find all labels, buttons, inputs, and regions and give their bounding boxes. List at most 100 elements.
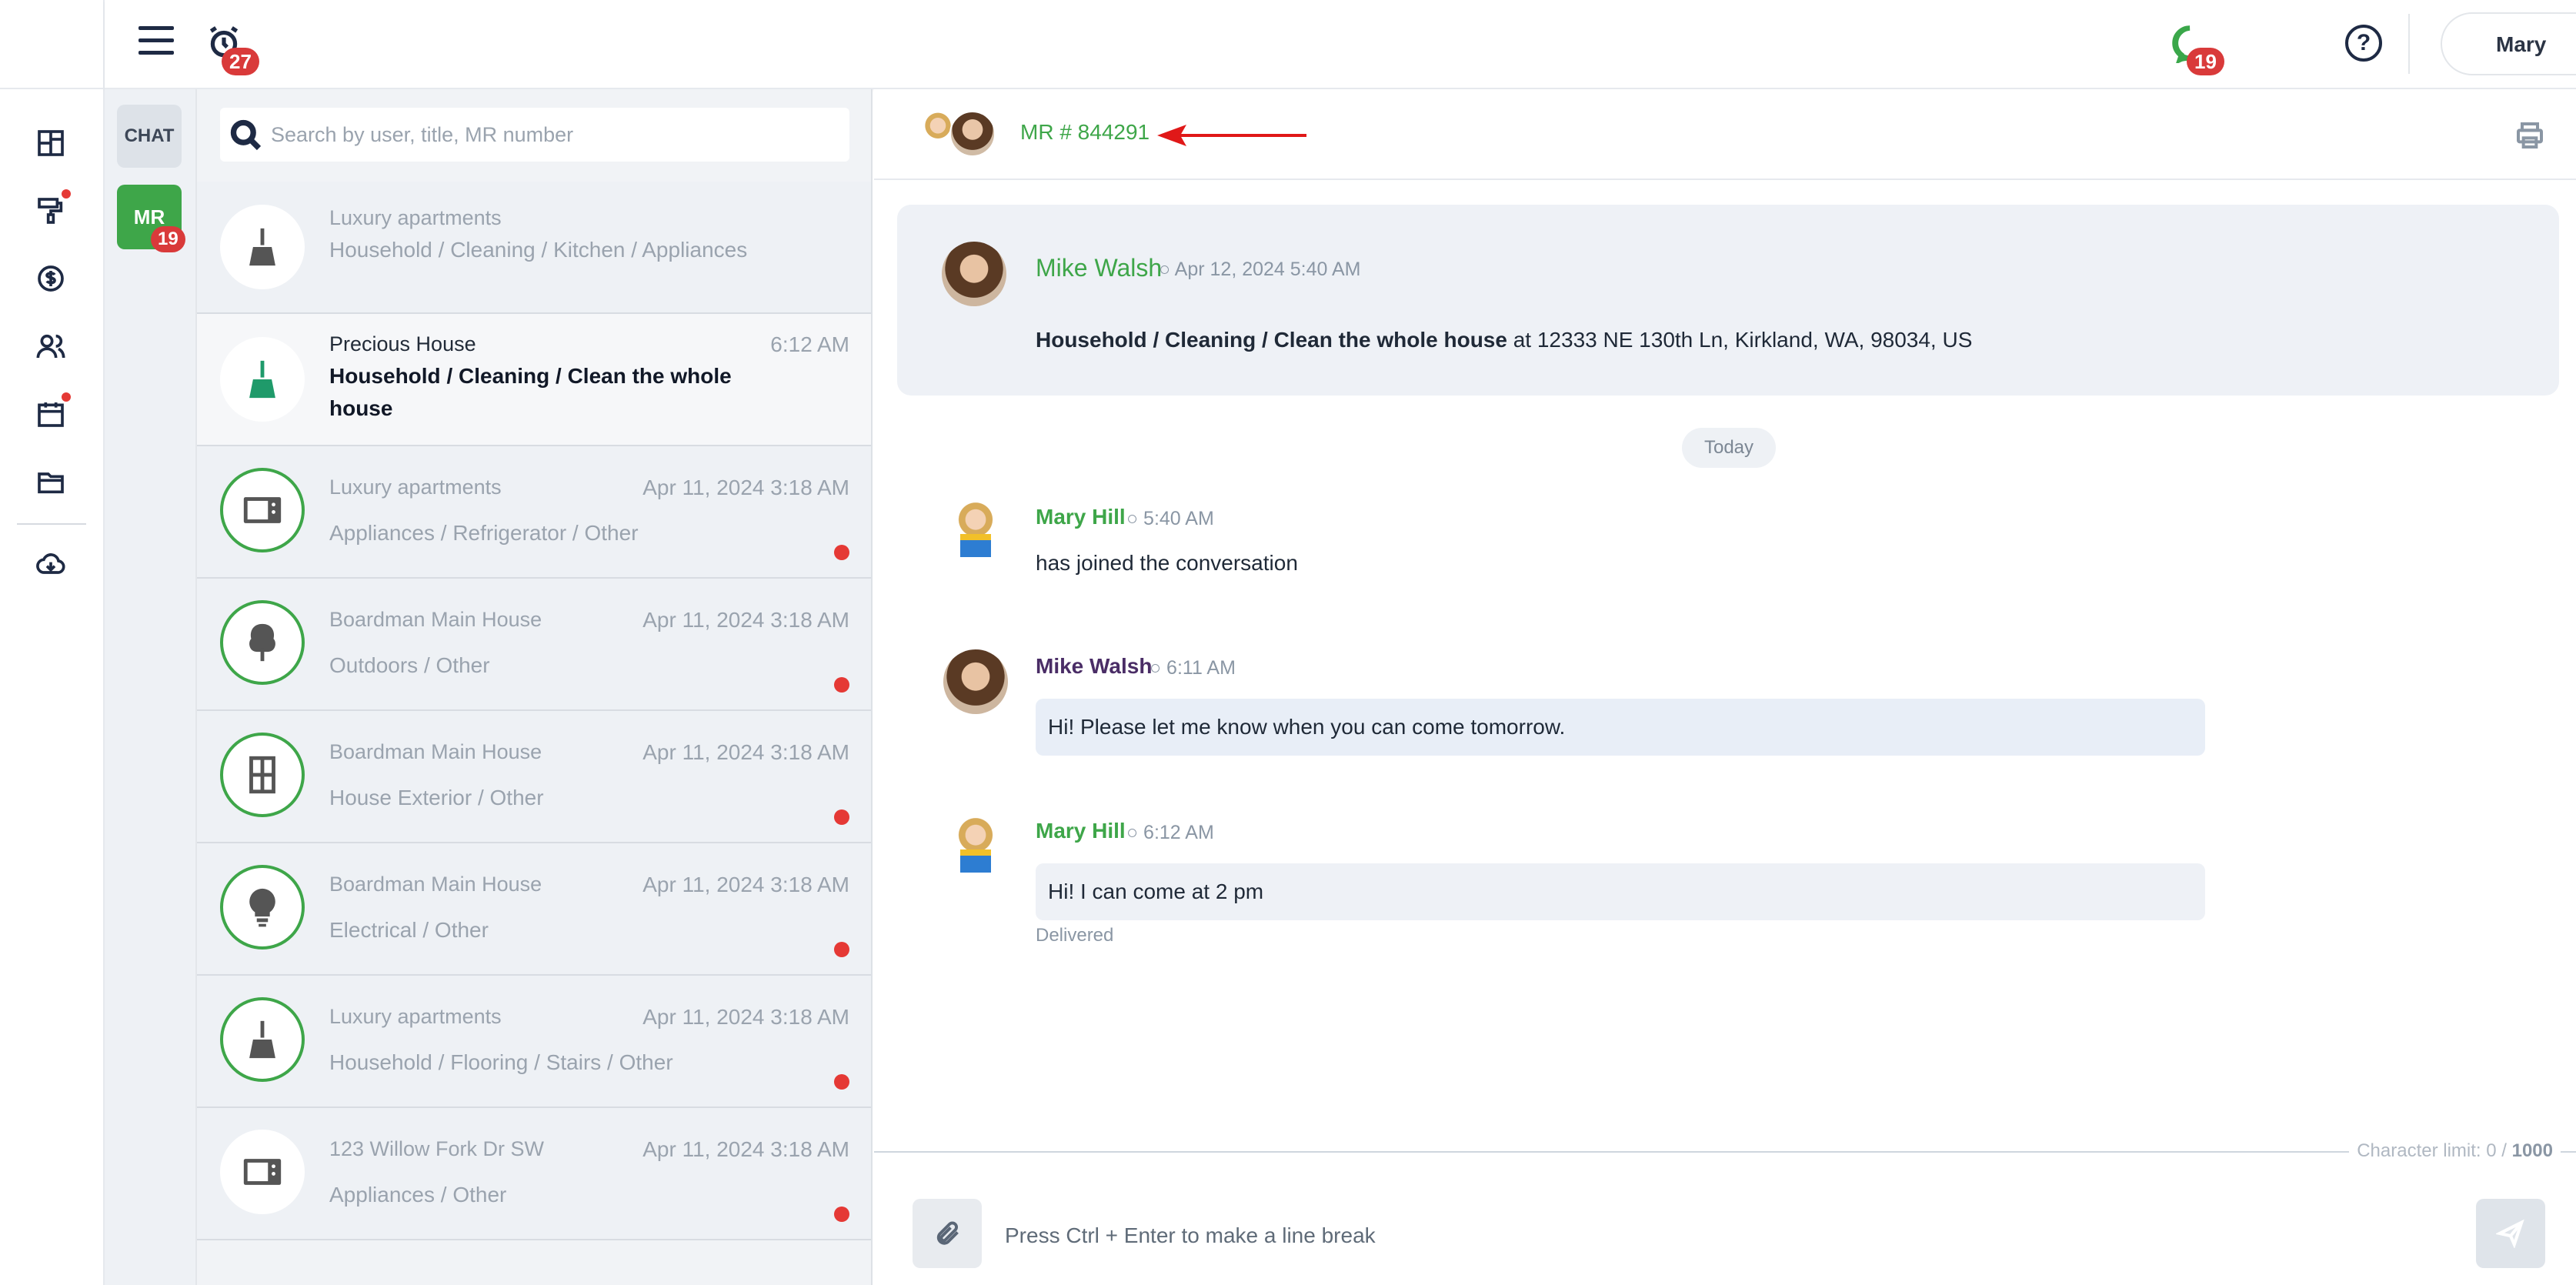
conversation-title: Luxury apartments [329, 476, 502, 499]
unread-dot [834, 1207, 849, 1222]
dashboard-icon[interactable] [34, 126, 68, 160]
request-time: ○ Apr 12, 2024 5:40 AM [1159, 259, 1361, 280]
microwave-icon [220, 468, 305, 552]
messages-badge: 19 [2187, 48, 2224, 75]
chat-category-tab[interactable]: CHAT [117, 105, 182, 168]
conversation-item[interactable]: Luxury apartments Apr 11, 2024 3:18 AM A… [197, 446, 871, 579]
mr-number-link[interactable]: MR # 844291 [1020, 120, 1150, 145]
conversation-time: Apr 11, 2024 3:18 AM [642, 873, 849, 896]
send-button[interactable] [2476, 1199, 2545, 1268]
conversation-item[interactable]: Boardman Main House Apr 11, 2024 3:18 AM… [197, 711, 871, 843]
character-limit: Character limit: 0 / 1000 [2349, 1140, 2561, 1162]
conversation-title: Luxury apartments [329, 206, 502, 229]
conversation-subtitle: Household / Cleaning / Clean the whole h… [329, 364, 732, 420]
menu-icon[interactable] [138, 26, 174, 57]
send-icon [2496, 1219, 2524, 1248]
dollar-icon[interactable] [34, 262, 68, 295]
icon-rail [0, 0, 105, 1285]
message-time: ○ 6:11 AM [1150, 657, 1236, 679]
conversation-time: Apr 11, 2024 3:18 AM [642, 476, 849, 499]
message-bubble: Hi! I can come at 2 pm [1036, 863, 2205, 920]
conversation-time: Apr 11, 2024 3:18 AM [642, 1137, 849, 1161]
request-description: Household / Cleaning / Clean the whole h… [1036, 328, 1972, 352]
conversation-item[interactable]: Boardman Main House Apr 11, 2024 3:18 AM… [197, 579, 871, 711]
header-divider [2408, 14, 2410, 74]
delivery-status: Delivered [1036, 925, 1114, 946]
conversation-time: 6:12 AM [770, 332, 849, 356]
conversation-title: Luxury apartments [329, 1005, 502, 1028]
users-icon[interactable] [34, 329, 68, 363]
conversation-item[interactable]: Boardman Main House Apr 11, 2024 3:18 AM… [197, 843, 871, 976]
help-icon[interactable]: ? [2345, 25, 2382, 62]
unread-dot [834, 545, 849, 560]
request-card: Mike Walsh ○ Apr 12, 2024 5:40 AM Househ… [897, 205, 2559, 396]
conversation-item[interactable]: Luxury apartments Household / Cleaning /… [197, 182, 871, 314]
chat-pane: MR # 844291 Mike Walsh ○ Apr 12, 2024 5:… [874, 89, 2576, 1285]
category-column: CHAT MR 19 [105, 89, 197, 1285]
avatar [942, 242, 1006, 306]
conversation-list: Luxury apartments Household / Cleaning /… [197, 89, 873, 1285]
message-author: Mary Hill [1036, 819, 1126, 843]
conversation-subtitle: House Exterior / Other [329, 786, 544, 809]
message-text: has joined the conversation [1036, 551, 1298, 575]
conversation-title: Boardman Main House [329, 740, 542, 763]
conversation-subtitle: Appliances / Refrigerator / Other [329, 521, 639, 545]
window-icon [220, 733, 305, 817]
conversation-subtitle: Appliances / Other [329, 1183, 507, 1207]
conversation-subtitle: Electrical / Other [329, 918, 489, 942]
conversation-item[interactable]: Luxury apartments Apr 11, 2024 3:18 AM H… [197, 976, 871, 1108]
composer-divider [874, 1151, 2576, 1153]
message-time: ○ 6:12 AM [1126, 822, 1214, 843]
broom-icon [220, 205, 305, 289]
conversation-item-active[interactable]: Precious House 6:12 AM Household / Clean… [197, 314, 871, 446]
mr-count-badge: 19 [151, 226, 185, 252]
conversation-subtitle: Outdoors / Other [329, 653, 490, 677]
avatar [943, 500, 1008, 565]
conversation-time: Apr 11, 2024 3:18 AM [642, 1005, 849, 1029]
avatar [943, 649, 1008, 714]
broom-icon [220, 337, 305, 422]
message-input[interactable] [1005, 1213, 2513, 1259]
conversation-item[interactable]: 123 Willow Fork Dr SW Apr 11, 2024 3:18 … [197, 1108, 871, 1240]
request-category: Household / Cleaning / Clean the whole h… [1036, 328, 1507, 352]
search-icon [230, 119, 262, 151]
message-author: Mike Walsh [1036, 654, 1153, 678]
conversation-title: Precious House [329, 332, 476, 355]
unread-dot [834, 1074, 849, 1090]
message-bubble: Hi! Please let me know when you can come… [1036, 699, 2205, 756]
chat-header: MR # 844291 [874, 89, 2576, 180]
paint-roller-icon[interactable] [34, 194, 68, 228]
rail-logo-area [0, 0, 105, 89]
conversation-title: Boardman Main House [329, 873, 542, 896]
day-divider: Today [1682, 428, 1776, 468]
cloud-download-icon[interactable] [34, 548, 68, 582]
notifications-badge: 27 [222, 48, 259, 75]
folder-icon[interactable] [34, 465, 68, 499]
arrow-left-icon [1157, 125, 1306, 146]
lightbulb-icon [220, 865, 305, 950]
character-limit-max: 1000 [2511, 1140, 2553, 1161]
conversation-title: 123 Willow Fork Dr SW [329, 1137, 545, 1160]
conversation-time: Apr 11, 2024 3:18 AM [642, 740, 849, 764]
top-header: 27 19 ? Mary [105, 0, 2576, 89]
conversation-time: Apr 11, 2024 3:18 AM [642, 608, 849, 632]
avatar [949, 111, 996, 157]
conversation-subtitle: Household / Cleaning / Kitchen / Applian… [329, 238, 748, 262]
user-name: Mary [2496, 32, 2547, 56]
rail-calendar-dot [62, 392, 71, 402]
calendar-icon[interactable] [34, 397, 68, 431]
user-profile-button[interactable]: Mary [2441, 12, 2576, 75]
conversation-subtitle: Household / Flooring / Stairs / Other [329, 1050, 673, 1074]
microwave-icon [220, 1130, 305, 1214]
conversation-title: Boardman Main House [329, 608, 542, 631]
paperclip-icon [936, 1221, 959, 1245]
broom-icon [220, 997, 305, 1082]
request-address: at 12333 NE 130th Ln, Kirkland, WA, 9803… [1507, 328, 1973, 352]
rail-alert-dot [62, 189, 71, 199]
print-icon[interactable] [2514, 120, 2545, 151]
attach-button[interactable] [913, 1199, 982, 1268]
search-input[interactable] [271, 115, 833, 154]
rail-separator [17, 523, 86, 525]
message-time: ○ 5:40 AM [1126, 508, 1214, 529]
unread-dot [834, 677, 849, 693]
